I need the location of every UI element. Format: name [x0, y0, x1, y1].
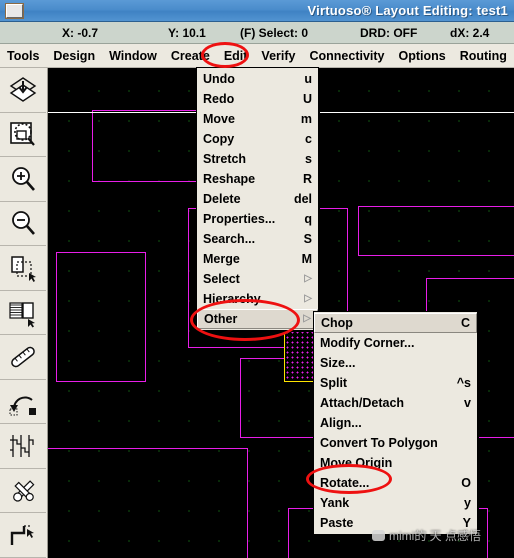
submenu-item-paste[interactable]: Paste Y	[314, 513, 477, 533]
accel: M	[301, 252, 312, 266]
menu-verify[interactable]: Verify	[254, 47, 302, 65]
zoom-out-icon	[8, 208, 38, 238]
accel: R	[302, 172, 312, 186]
path-step-icon	[8, 520, 38, 550]
accel: O	[461, 476, 471, 490]
menu-item-select[interactable]: Select ▷	[197, 269, 318, 289]
menu-item-stretch[interactable]: Stretch s	[197, 149, 318, 169]
submenu-arrow-icon: ▷	[304, 273, 312, 284]
menu-item-delete[interactable]: Delete del	[197, 189, 318, 209]
accel: C	[460, 316, 470, 330]
submenu-item-size[interactable]: Size...	[314, 353, 477, 373]
accel: m	[300, 112, 312, 126]
menu-window[interactable]: Window	[102, 47, 164, 65]
status-dx-value: dX: 2.4	[450, 25, 490, 40]
submenu-item-modify-corner[interactable]: Modify Corner...	[314, 333, 477, 353]
layout-shape	[56, 252, 146, 382]
accel: y	[464, 496, 471, 510]
menu-item-hierarchy[interactable]: Hierarchy ▷	[197, 289, 318, 309]
accel: S	[303, 232, 312, 246]
layout-shape	[358, 206, 514, 256]
status-drd-state: DRD: OFF	[360, 25, 418, 40]
menu-bar: Tools Design Window Create Edit Verify C…	[0, 44, 514, 68]
ruler-icon	[8, 342, 38, 372]
accel: s	[305, 152, 312, 166]
status-x-coordinate: X: -0.7	[62, 25, 99, 40]
submenu-arrow-icon: ▷	[304, 293, 312, 304]
select-rectangle-icon	[8, 253, 38, 283]
accel: ^s	[456, 376, 471, 390]
edit-dropdown-menu[interactable]: Undo u Redo U Move m Copy c Stretch s Re…	[196, 67, 319, 331]
menu-item-reshape[interactable]: Reshape R	[197, 169, 318, 189]
window-menu-button[interactable]	[6, 3, 23, 18]
tool-schematic[interactable]	[0, 424, 46, 469]
accel: U	[302, 92, 312, 106]
submenu-arrow-icon: ▷	[303, 313, 311, 324]
fill-pattern-icon	[8, 298, 38, 328]
save-down-icon	[8, 75, 38, 105]
menu-item-move[interactable]: Move m	[197, 109, 318, 129]
tool-ruler[interactable]	[0, 335, 46, 380]
zoom-fit-icon	[8, 119, 38, 149]
rotate-icon	[8, 387, 38, 417]
tool-select-rectangle[interactable]	[0, 246, 46, 291]
menu-item-search[interactable]: Search... S	[197, 229, 318, 249]
accel: v	[464, 396, 471, 410]
zoom-in-icon	[8, 164, 38, 194]
menu-item-undo[interactable]: Undo u	[197, 69, 318, 89]
tool-rotate[interactable]	[0, 379, 46, 425]
submenu-item-move-origin[interactable]: Move Origin	[314, 453, 477, 473]
tools-icon	[8, 476, 38, 506]
accel: c	[305, 132, 312, 146]
virtuoso-layout-window: Virtuoso® Layout Editing: test1 X: -0.7 …	[0, 0, 514, 558]
submenu-item-chop[interactable]: Chop C	[314, 313, 477, 333]
accel: q	[304, 212, 312, 226]
tool-fill-pattern[interactable]	[0, 290, 46, 336]
menu-options[interactable]: Options	[392, 47, 453, 65]
schematic-icon	[8, 431, 38, 461]
title-bar: Virtuoso® Layout Editing: test1	[0, 0, 514, 22]
menu-item-other[interactable]: Other ▷	[197, 309, 318, 329]
menu-item-properties[interactable]: Properties... q	[197, 209, 318, 229]
menu-item-copy[interactable]: Copy c	[197, 129, 318, 149]
menu-create[interactable]: Create	[164, 47, 217, 65]
submenu-item-split[interactable]: Split ^s	[314, 373, 477, 393]
accel: del	[293, 192, 312, 206]
window-title: Virtuoso® Layout Editing: test1	[307, 3, 508, 18]
menu-item-merge[interactable]: Merge M	[197, 249, 318, 269]
submenu-item-attach-detach[interactable]: Attach/Detach v	[314, 393, 477, 413]
submenu-item-convert-to-polygon[interactable]: Convert To Polygon	[314, 433, 477, 453]
accel: Y	[462, 516, 471, 530]
other-submenu[interactable]: Chop C Modify Corner... Size... Split ^s…	[313, 311, 478, 535]
tool-zoom-in[interactable]	[0, 157, 46, 202]
submenu-item-rotate[interactable]: Rotate... O	[314, 473, 477, 493]
submenu-item-yank[interactable]: Yank y	[314, 493, 477, 513]
submenu-item-align[interactable]: Align...	[314, 413, 477, 433]
tool-zoom-fit[interactable]	[0, 112, 46, 158]
menu-routing[interactable]: Routing	[453, 47, 514, 65]
tool-save-down[interactable]	[0, 68, 46, 113]
status-select-count: (F) Select: 0	[240, 25, 309, 40]
accel: u	[304, 72, 312, 86]
left-toolbar	[0, 68, 48, 558]
menu-item-redo[interactable]: Redo U	[197, 89, 318, 109]
menu-edit[interactable]: Edit	[217, 47, 255, 65]
menu-connectivity[interactable]: Connectivity	[302, 47, 391, 65]
menu-tools[interactable]: Tools	[0, 47, 46, 65]
menu-design[interactable]: Design	[46, 47, 102, 65]
layout-shape	[48, 448, 248, 558]
status-bar: X: -0.7 Y: 10.1 (F) Select: 0 DRD: OFF d…	[0, 22, 514, 44]
tool-path-step[interactable]	[0, 513, 46, 558]
tool-tools[interactable]	[0, 468, 46, 514]
tool-zoom-out[interactable]	[0, 201, 46, 247]
status-y-coordinate: Y: 10.1	[168, 25, 206, 40]
